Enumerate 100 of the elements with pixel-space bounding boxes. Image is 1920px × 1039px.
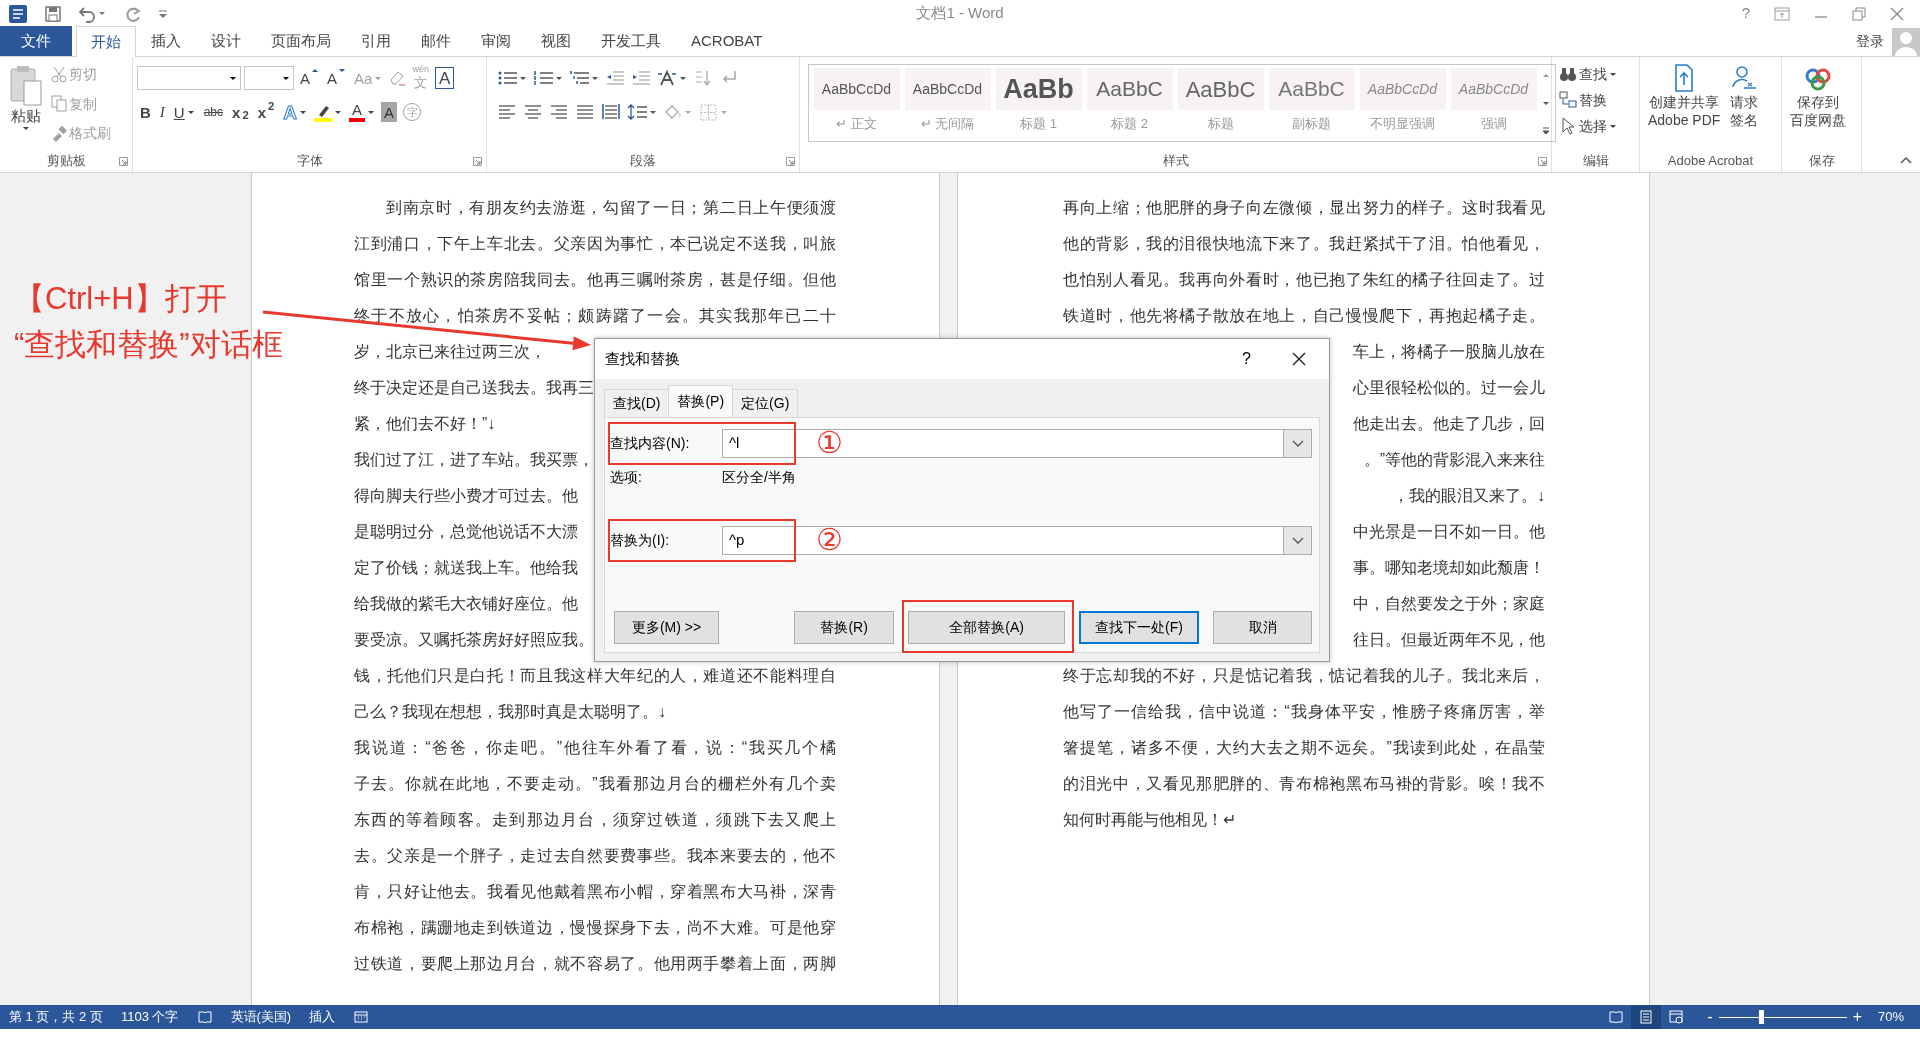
zoom-slider[interactable]	[1718, 1010, 1847, 1024]
scissors-icon	[51, 65, 67, 83]
align-left-icon[interactable]	[497, 103, 517, 121]
strikethrough-button[interactable]: abc	[200, 99, 227, 125]
numbering-icon[interactable]	[533, 69, 563, 87]
ribbon-display-icon[interactable]	[1774, 6, 1790, 21]
underline-button[interactable]: U	[170, 99, 198, 125]
paste-button[interactable]: 粘贴	[4, 61, 48, 150]
macro-icon[interactable]	[353, 1009, 370, 1025]
status-text[interactable]: 1103 个字	[111, 1007, 188, 1027]
dialog-button[interactable]: 更多(M) >>	[614, 611, 719, 644]
create-pdf-button[interactable]: 创建并共享 Adobe PDF	[1644, 61, 1725, 150]
grow-font-button[interactable]: A	[297, 65, 321, 91]
dialog-button[interactable]: 查找下一处(F)	[1079, 611, 1199, 644]
dialog-tab[interactable]: 查找(D)	[604, 389, 670, 417]
proofing-icon[interactable]	[196, 1009, 213, 1025]
font-color-button[interactable]: A	[346, 99, 378, 125]
close-icon[interactable]	[1291, 351, 1307, 367]
ribbon-tab[interactable]: 页面布局	[256, 26, 346, 56]
ribbon-tab[interactable]: 审阅	[466, 26, 526, 56]
file-menu-button[interactable]: 文件	[0, 26, 72, 56]
print-layout-button[interactable]	[1631, 1005, 1662, 1029]
slider-thumb[interactable]	[1758, 1010, 1764, 1024]
zoom-in-button[interactable]: +	[1852, 1005, 1862, 1029]
dialog-tab[interactable]: 替换(P)	[668, 385, 734, 417]
line-spacing-icon[interactable]	[627, 103, 657, 121]
up-triangle-icon	[312, 69, 318, 72]
dialog-button[interactable]: 取消	[1213, 611, 1312, 644]
web-layout-icon	[1668, 1009, 1685, 1025]
superscript-button[interactable]: x$^{2}$	[254, 99, 278, 125]
group-label: 样式	[1162, 152, 1189, 171]
ribbon-tab[interactable]: ACROBAT	[676, 26, 778, 56]
text-line: 知何时再能与他相见！↵	[1063, 810, 1237, 830]
dialog-title: 查找和替换	[605, 348, 680, 369]
character-shading-button[interactable]: A	[381, 102, 397, 122]
justify-icon[interactable]	[575, 103, 595, 121]
select-button[interactable]: 选择	[1556, 113, 1635, 139]
request-signature-button[interactable]: 请求 签名	[1724, 61, 1765, 150]
font-size-field[interactable]	[244, 66, 294, 90]
status-text[interactable]: 英语(美国)	[221, 1007, 301, 1027]
find-button[interactable]: 查找	[1556, 61, 1635, 87]
dialog-launcher-icon[interactable]	[473, 157, 482, 166]
help-button[interactable]: ?	[1242, 347, 1251, 371]
callout-text: 【Ctrl+H】打开 “查找和替换”对话框	[14, 280, 283, 364]
bullets-icon[interactable]	[497, 69, 527, 87]
dialog-launcher-icon[interactable]	[786, 157, 795, 166]
ribbon-tab[interactable]: 开发工具	[586, 26, 676, 56]
text-line: 。”等他的背影混入来来往	[1363, 450, 1545, 470]
caret-icon	[282, 75, 290, 81]
text-line: 布棉袍，蹒跚地走到铁道边，慢慢探身下去，尚不大难。可是他穿	[354, 918, 836, 938]
status-text[interactable]: 插入	[300, 1007, 345, 1027]
align-right-icon[interactable]	[549, 103, 569, 121]
ribbon-tab[interactable]: 引用	[346, 26, 406, 56]
text-line: 去。父亲是一个胖子，走过去自然要费事些。我本来要去的，他不	[354, 846, 836, 866]
text-effects-button[interactable]: A	[280, 99, 310, 125]
sign-in-link[interactable]: 登录	[1856, 31, 1884, 52]
clipboard-icon	[8, 63, 44, 107]
text-line: 中，自然要发之于外；家庭	[1353, 594, 1545, 614]
ribbon-tab[interactable]: 视图	[526, 26, 586, 56]
dialog-launcher-icon[interactable]	[119, 157, 128, 166]
align-center-icon[interactable]	[523, 103, 543, 121]
dialog-button[interactable]: 替换(R)	[794, 611, 895, 644]
cursor-icon	[1559, 117, 1577, 135]
zoom-out-button[interactable]: -	[1707, 1005, 1713, 1029]
down-triangle-icon	[339, 69, 346, 72]
save-icon[interactable]	[44, 4, 62, 23]
text-line: 中光景是一日不如一日。他	[1353, 522, 1545, 542]
replace-button[interactable]: 替换	[1556, 87, 1635, 113]
shrink-font-button[interactable]: A	[324, 65, 349, 91]
ribbon-tab[interactable]: 插入	[136, 26, 196, 56]
character-border-button[interactable]: A	[434, 67, 455, 89]
text-line: 肯，只好让他去。我看见他戴着黑布小帽，穿着黑布大马褂，深青	[354, 882, 836, 902]
status-text[interactable]: 第 1 页，共 2 页	[0, 1007, 112, 1027]
group-label: 剪贴板	[46, 152, 86, 171]
brush-icon	[51, 124, 67, 142]
text-line: 己么？我现在想想，我那时真是太聪明了。↓	[354, 702, 667, 722]
restore-icon[interactable]	[1852, 6, 1866, 21]
save-to-cloud-button[interactable]: 保存到 百度网盘	[1786, 61, 1850, 150]
zoom-level-text[interactable]: 70%	[1877, 1007, 1904, 1027]
group-label: Adobe Acrobat	[1667, 152, 1754, 171]
text-line: 的泪光中，又看见那肥胖的、青布棉袍黑布马褂的背影。唉！我不	[1063, 774, 1545, 794]
dialog-launcher-icon[interactable]	[1538, 157, 1547, 166]
caret-icon	[367, 109, 375, 115]
ribbon-tab[interactable]: 邮件	[406, 26, 466, 56]
ribbon-tab[interactable]: 设计	[196, 26, 256, 56]
distributed-icon[interactable]	[601, 103, 621, 121]
subscript-button[interactable]: x$_{2}$	[229, 99, 252, 125]
italic-button[interactable]: I	[156, 99, 168, 125]
multilevel-list-icon[interactable]	[569, 69, 599, 87]
dialog-tab[interactable]: 定位(G)	[732, 389, 799, 417]
ribbon-tab[interactable]: 开始	[76, 26, 136, 57]
text-line: 得向脚夫行些小费才可过去。他	[354, 486, 578, 506]
copy-icon	[51, 95, 67, 112]
help-button[interactable]: ?	[1741, 2, 1750, 25]
collapse-ribbon-icon[interactable]	[1900, 156, 1912, 164]
asian-layout-icon[interactable]	[657, 69, 687, 87]
group-label: 字体	[296, 152, 323, 171]
font-name-field[interactable]	[137, 66, 241, 90]
bold-button[interactable]: B	[137, 99, 154, 125]
dialog-button[interactable]: 全部替换(A)	[908, 611, 1066, 644]
